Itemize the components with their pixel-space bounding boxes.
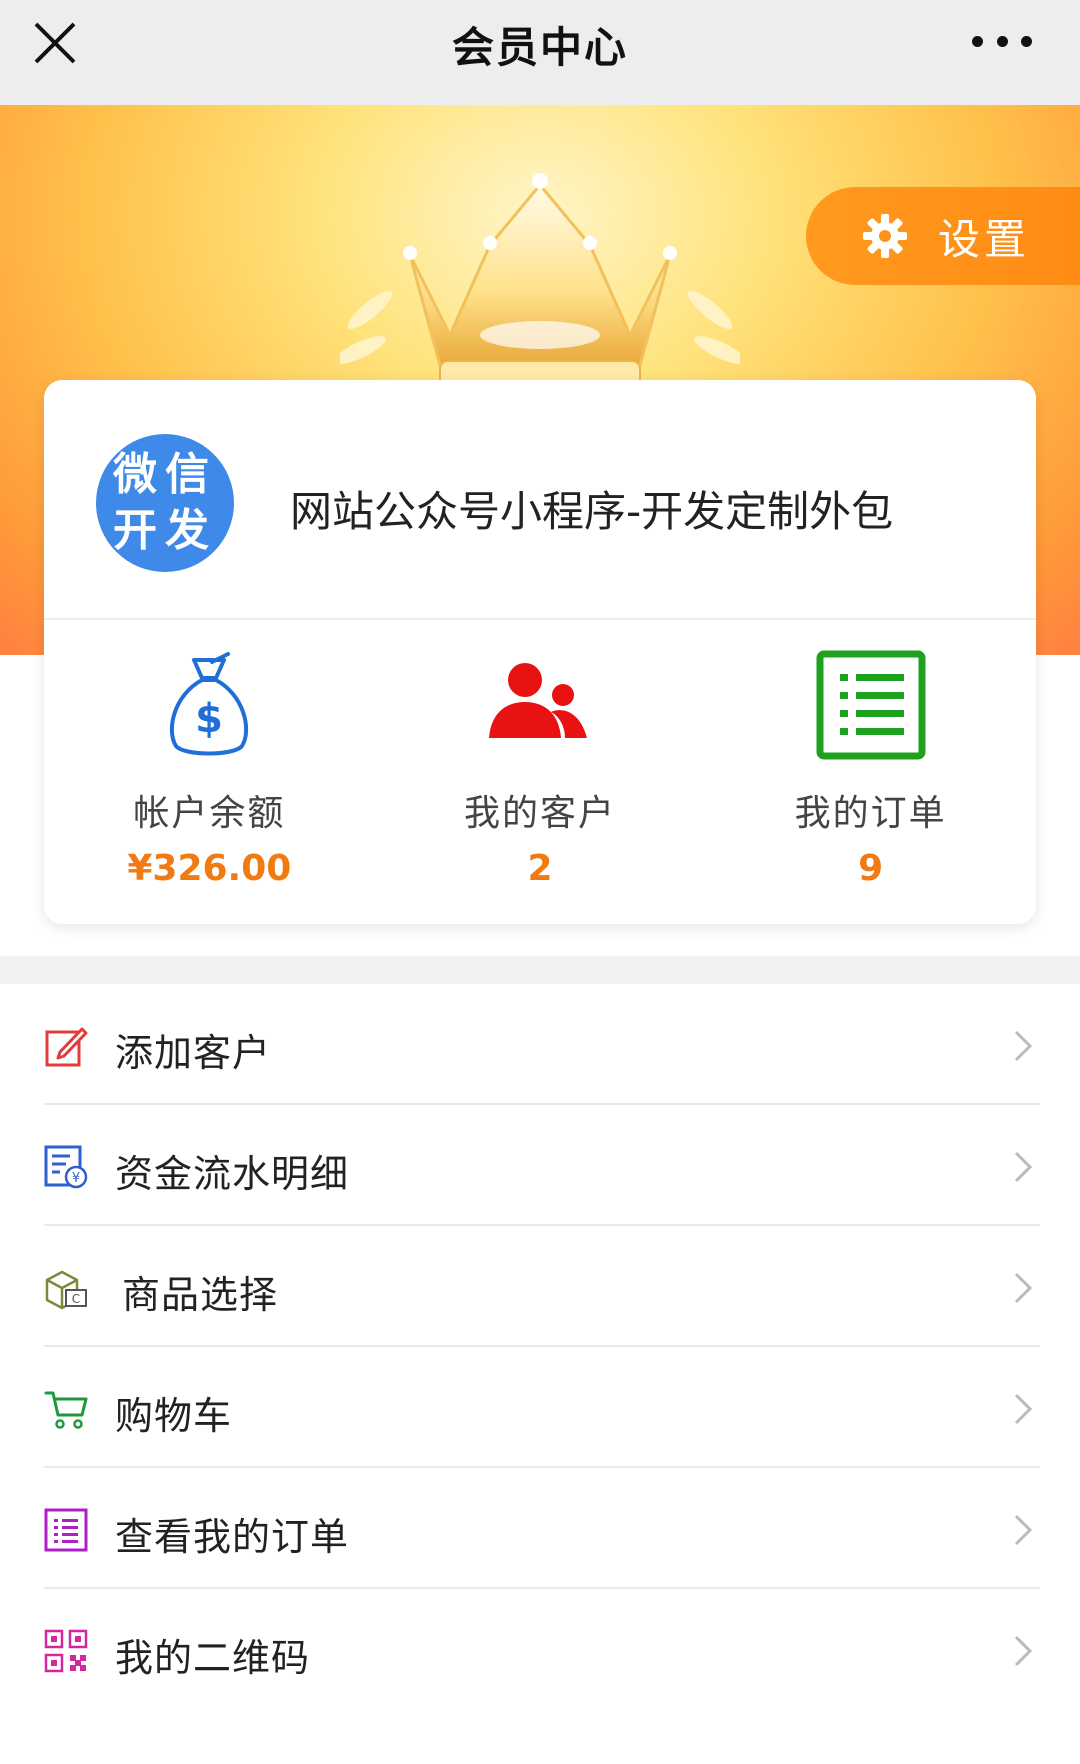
money-bag-icon: $	[170, 652, 249, 756]
settings-label: 设置	[938, 214, 1031, 264]
chevron-right-icon	[1014, 1635, 1033, 1667]
settings-button[interactable]: 设置	[806, 187, 1080, 285]
chevron-right-icon	[1014, 1514, 1033, 1546]
stat-orders-label: 我的订单	[794, 793, 947, 834]
goods-box-icon: C	[45, 1270, 87, 1310]
profile-card: 微信 开发 网站公众号小程序-开发定制外包 $ 帐户余额 ¥326.00 我的客…	[44, 380, 1036, 924]
crown-icon	[340, 173, 740, 388]
qrcode-icon	[44, 1629, 88, 1673]
gear-icon	[863, 214, 907, 258]
menu-item-label: 我的二维码	[115, 1636, 311, 1680]
chevron-right-icon	[1014, 1272, 1033, 1304]
stat-orders-value: 9	[858, 848, 884, 889]
stat-balance-label: 帐户余额	[133, 793, 286, 834]
menu-item-label: 商品选择	[122, 1273, 279, 1317]
stat-customers-value: 2	[527, 848, 553, 889]
menu-list: 添加客户 ¥ 资金流水明细 C 商品选择 购物车 查看我的订单 我的二维码	[0, 984, 1080, 1710]
list-icon	[44, 1508, 88, 1552]
chevron-right-icon	[1014, 1030, 1033, 1062]
menu-item-label: 查看我的订单	[115, 1515, 350, 1559]
profile-name: 网站公众号小程序-开发定制外包	[290, 487, 894, 536]
section-gap	[0, 956, 1080, 984]
avatar-text-line1: 微信	[113, 449, 217, 500]
menu-item-add-customer[interactable]: 添加客户	[0, 984, 1080, 1105]
menu-item-label: 购物车	[115, 1394, 233, 1438]
order-list-icon	[816, 650, 926, 760]
stat-customers[interactable]: 我的客户 2	[375, 620, 706, 920]
menu-item-goods-select[interactable]: C 商品选择	[0, 1226, 1080, 1347]
chevron-right-icon	[1014, 1393, 1033, 1425]
bill-icon: ¥	[44, 1145, 88, 1189]
stats-row: $ 帐户余额 ¥326.00 我的客户 2 我的订单 9	[44, 620, 1036, 920]
stat-balance-value: ¥326.00	[127, 848, 292, 889]
menu-item-cart[interactable]: 购物车	[0, 1347, 1080, 1468]
customers-icon	[489, 663, 587, 738]
stat-balance[interactable]: $ 帐户余额 ¥326.00	[44, 620, 375, 920]
cart-icon	[44, 1391, 88, 1429]
menu-item-my-orders[interactable]: 查看我的订单	[0, 1468, 1080, 1589]
menu-item-qrcode[interactable]: 我的二维码	[0, 1589, 1080, 1710]
more-icon[interactable]	[972, 34, 1032, 48]
edit-icon	[45, 1027, 88, 1067]
menu-item-label: 添加客户	[115, 1031, 272, 1075]
avatar-text-line2: 开发	[113, 505, 217, 556]
menu-item-fund-details[interactable]: ¥ 资金流水明细	[0, 1105, 1080, 1226]
page-title: 会员中心	[451, 23, 628, 72]
menu-item-label: 资金流水明细	[115, 1152, 350, 1196]
svg-text:C: C	[72, 1292, 80, 1306]
svg-text:¥: ¥	[72, 1171, 80, 1186]
avatar[interactable]: 微信 开发	[96, 434, 234, 572]
svg-text:$: $	[195, 696, 223, 742]
chevron-right-icon	[1014, 1151, 1033, 1183]
stat-customers-label: 我的客户	[464, 793, 617, 834]
stat-orders[interactable]: 我的订单 9	[705, 620, 1036, 920]
nav-bar: 会员中心	[0, 0, 1080, 105]
